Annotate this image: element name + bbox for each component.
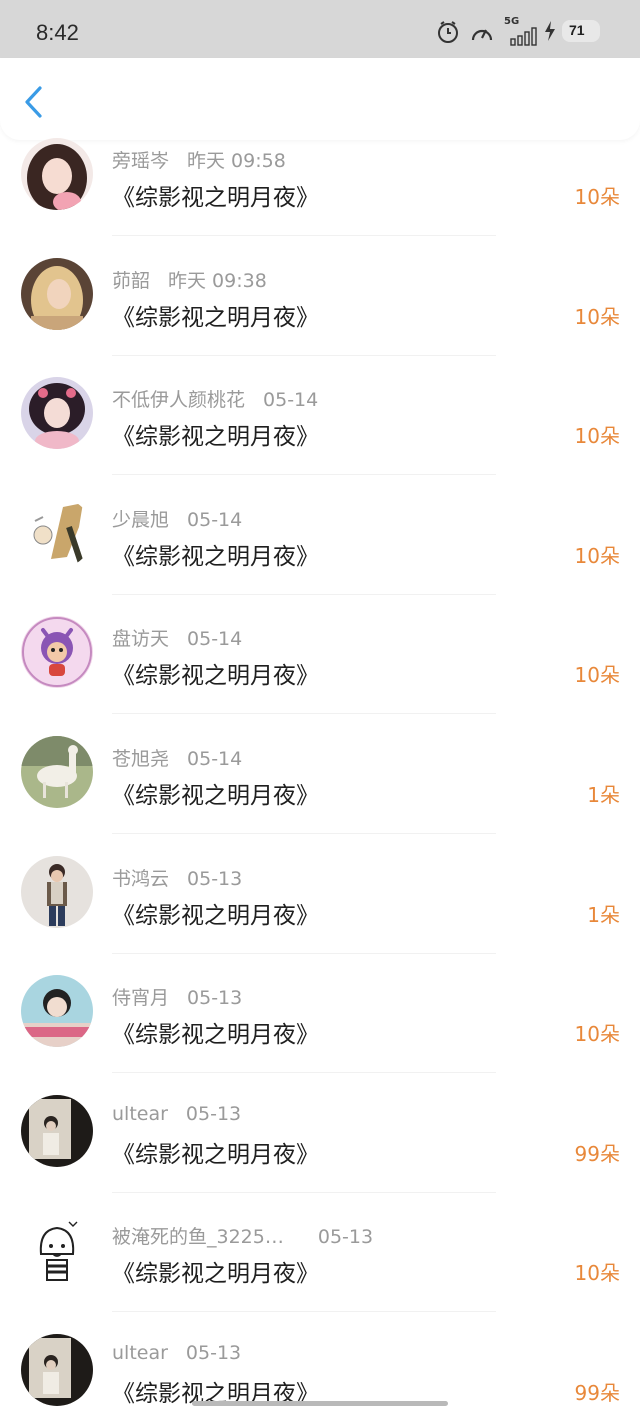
list-item[interactable]: ultear 05-13 《综影视之明月夜》 99朵 — [0, 1094, 640, 1215]
divider — [112, 713, 496, 715]
list-item[interactable]: ultear 05-13 《综影视之明月夜》 99朵 — [0, 1333, 640, 1408]
gift-amount: 10朵 — [574, 663, 620, 688]
divider — [112, 354, 496, 356]
status-time: 8:42 — [36, 20, 79, 45]
gift-amount: 10朵 — [574, 185, 620, 209]
book-title[interactable]: 《综影视之明月夜》 — [112, 1015, 319, 1049]
gift-amount: 10朵 — [574, 424, 620, 449]
divider — [112, 832, 496, 834]
timestamp: 05-14 — [187, 508, 243, 531]
divider — [112, 235, 496, 236]
timestamp: 05-14 — [263, 389, 319, 412]
alarm-icon — [438, 21, 458, 43]
divider — [112, 593, 496, 595]
list-item[interactable]: 书鸿云 05-13 《综影视之明月夜》 1朵 — [0, 855, 640, 976]
user-name[interactable]: 盘访天 — [112, 628, 169, 650]
timestamp: 05-13 — [187, 987, 243, 1010]
signal-icon: 5G — [504, 16, 540, 46]
list-item[interactable]: 少晨旭 05-14 《综影视之明月夜》 10朵 — [0, 496, 640, 617]
user-name[interactable]: 茆韶 — [112, 270, 150, 292]
status-icons: 5G 71 — [434, 16, 604, 46]
avatar[interactable] — [21, 1214, 93, 1287]
avatar[interactable] — [21, 1094, 93, 1167]
divider — [112, 1072, 496, 1074]
avatar[interactable] — [21, 616, 93, 689]
list-item[interactable]: 盘访天 05-14 《综影视之明月夜》 10朵 — [0, 616, 640, 736]
chevron-left-icon — [25, 86, 42, 118]
avatar[interactable] — [21, 496, 93, 569]
divider — [112, 1311, 496, 1313]
gift-amount: 1朵 — [587, 902, 620, 927]
user-name[interactable]: 书鸿云 — [112, 868, 169, 890]
avatar[interactable] — [21, 377, 93, 450]
book-title[interactable]: 《综影视之明月夜》 — [112, 656, 319, 690]
list-item[interactable]: 被淹死的鱼_3225… 05-13 《综影视之明月夜》 10朵 — [0, 1214, 640, 1334]
gift-amount: 99朵 — [574, 1380, 620, 1405]
book-title[interactable]: 《综影视之明月夜》 — [112, 178, 319, 212]
gift-amount: 1朵 — [587, 782, 620, 807]
user-name[interactable]: 不低伊人颜桃花 — [112, 389, 245, 411]
book-title[interactable]: 《综影视之明月夜》 — [112, 298, 319, 332]
gift-amount: 10朵 — [574, 304, 620, 329]
gift-amount: 10朵 — [574, 543, 620, 568]
speedometer-icon — [471, 29, 493, 41]
timestamp: 05-14 — [187, 628, 243, 651]
user-name[interactable]: 侍宵月 — [112, 987, 169, 1009]
battery-icon: 71 — [562, 20, 600, 42]
book-title[interactable]: 《综影视之明月夜》 — [112, 1254, 319, 1288]
avatar[interactable] — [21, 1333, 93, 1406]
list-item[interactable]: 不低伊人颜桃花 05-14 《综影视之明月夜》 10朵 — [0, 377, 640, 497]
timestamp: 05-14 — [187, 747, 243, 770]
list-item[interactable]: 旁瑶岑 昨天 09:58 《综影视之明月夜》 10朵 — [0, 138, 640, 258]
avatar[interactable] — [21, 855, 93, 928]
avatar[interactable] — [21, 257, 93, 330]
divider — [112, 952, 496, 954]
divider — [112, 474, 496, 476]
list-item[interactable]: 茆韶 昨天 09:38 《综影视之明月夜》 10朵 — [0, 257, 640, 378]
user-name[interactable]: 被淹死的鱼_3225… — [112, 1226, 284, 1248]
book-title[interactable]: 《综影视之明月夜》 — [112, 537, 319, 571]
avatar[interactable] — [21, 975, 93, 1048]
battery-level: 71 — [569, 22, 585, 38]
user-name[interactable]: 旁瑶岑 — [112, 150, 169, 172]
avatar[interactable] — [21, 138, 93, 210]
book-title[interactable]: 《综影视之明月夜》 — [112, 896, 319, 930]
book-title[interactable]: 《综影视之明月夜》 — [112, 417, 319, 451]
gift-record-list: 旁瑶岑 昨天 09:58 《综影视之明月夜》 10朵 茆韶 昨天 09:38 《综影… — [0, 138, 640, 1408]
gift-amount: 99朵 — [574, 1141, 620, 1166]
timestamp: 05-13 — [185, 1341, 242, 1364]
nav-bar — [0, 58, 640, 140]
list-item[interactable]: 侍宵月 05-13 《综影视之明月夜》 10朵 — [0, 975, 640, 1095]
charging-icon — [545, 21, 555, 41]
gift-amount: 10朵 — [574, 1022, 620, 1047]
status-bar: 8:42 5G 71 — [0, 0, 640, 58]
gift-amount: 10朵 — [574, 1261, 620, 1286]
avatar[interactable] — [21, 735, 93, 808]
user-name[interactable]: 苍旭尧 — [112, 748, 169, 770]
timestamp: 昨天 09:58 — [187, 150, 286, 172]
timestamp: 昨天 09:38 — [168, 269, 267, 292]
timestamp: 05-13 — [187, 867, 243, 890]
home-indicator[interactable] — [192, 1401, 448, 1406]
back-button[interactable] — [18, 84, 52, 120]
timestamp: 05-13 — [317, 1226, 374, 1249]
divider — [112, 1191, 496, 1193]
book-title[interactable]: 《综影视之明月夜》 — [112, 1135, 319, 1169]
book-title[interactable]: 《综影视之明月夜》 — [112, 776, 319, 810]
user-name[interactable]: ultear — [112, 1103, 168, 1125]
user-name[interactable]: ultear — [112, 1342, 168, 1364]
timestamp: 05-13 — [185, 1102, 242, 1125]
list-item[interactable]: 苍旭尧 05-14 《综影视之明月夜》 1朵 — [0, 735, 640, 856]
user-name[interactable]: 少晨旭 — [112, 509, 169, 531]
